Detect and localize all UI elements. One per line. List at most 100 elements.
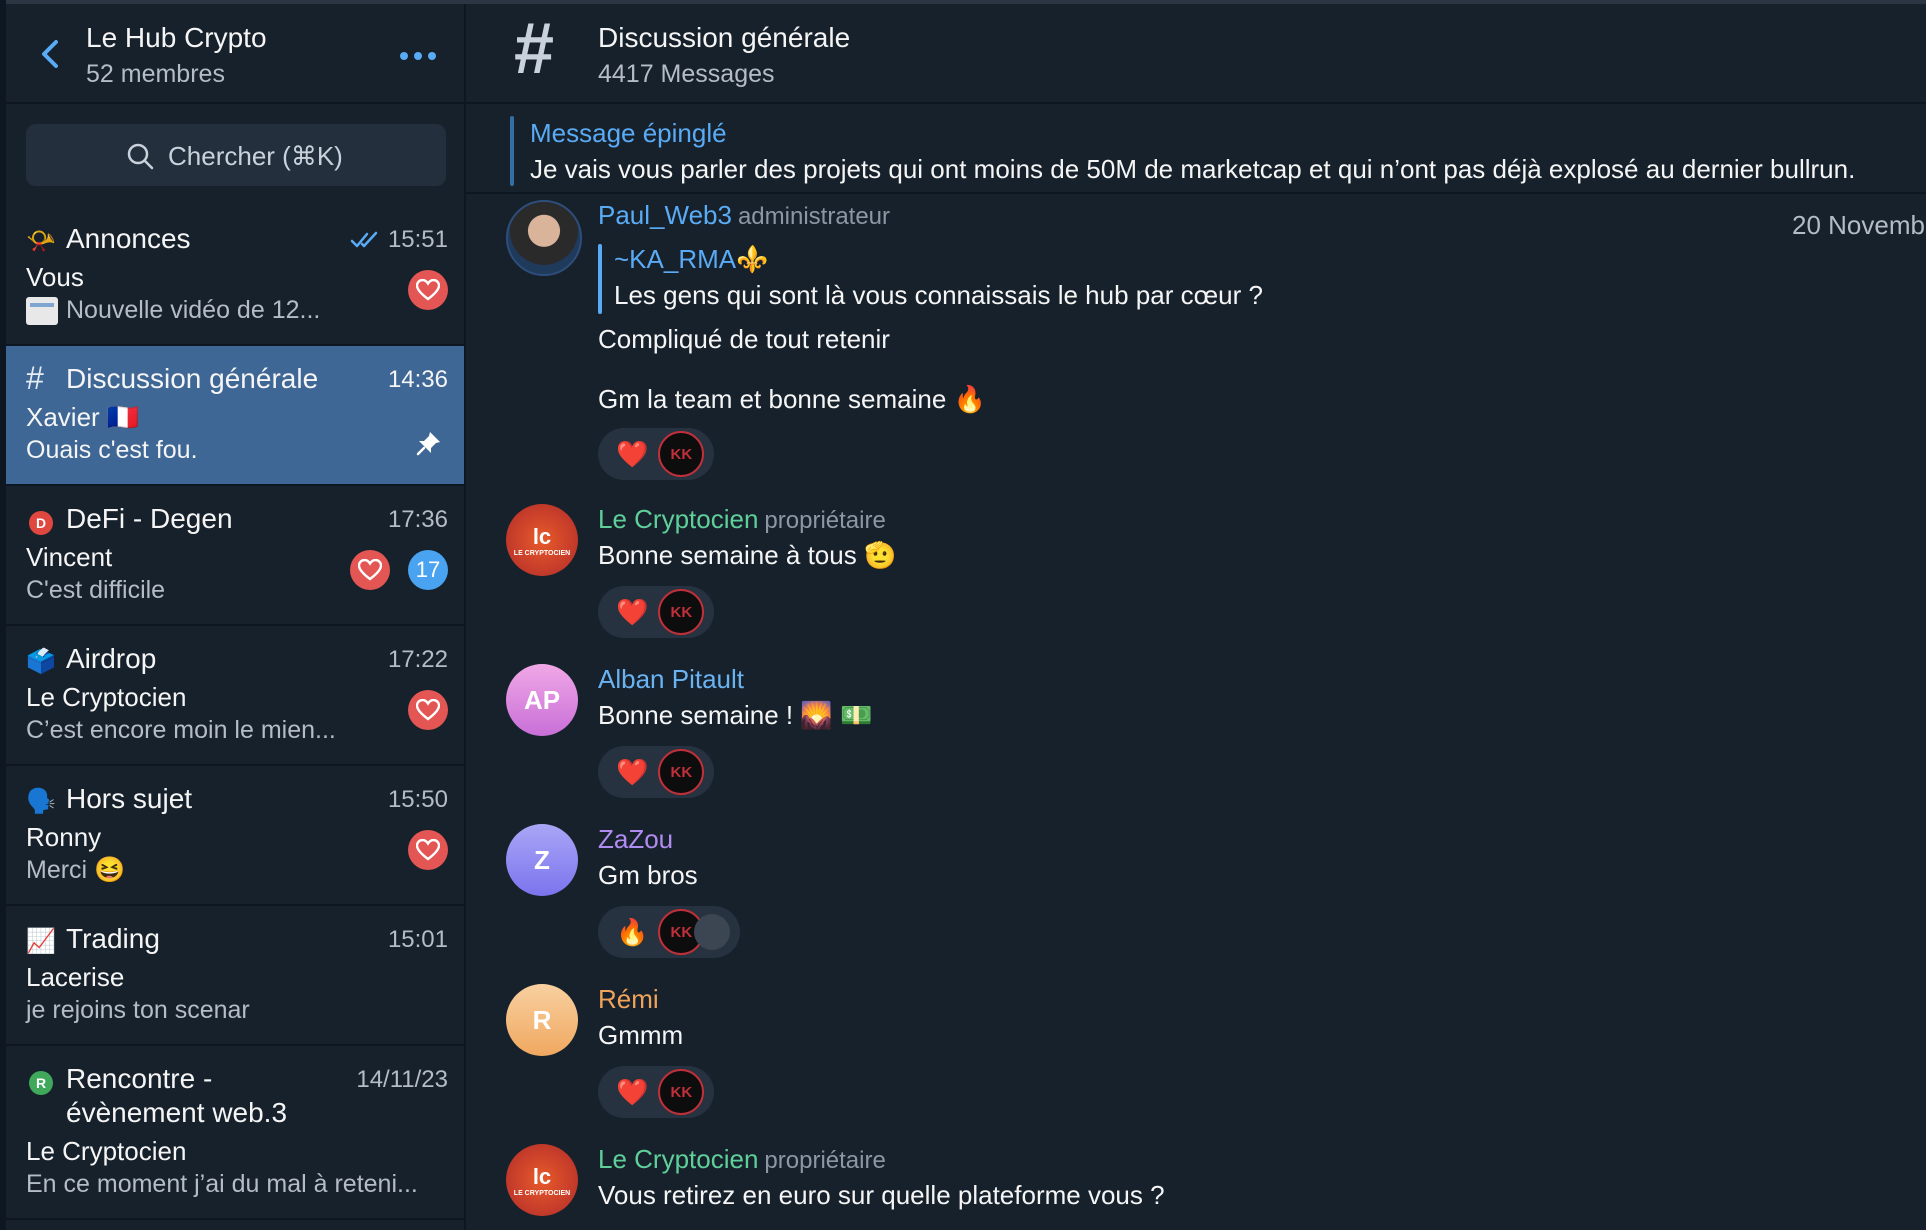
ballot-box-icon: 🗳️ <box>26 648 56 675</box>
sidebar: Le Hub Crypto 52 membres 📯 Annonces 15:5… <box>6 4 466 1230</box>
chat-preview: En ce moment j’ai du mal à reteni... <box>26 1170 418 1198</box>
heart-reaction-icon: ❤️ <box>616 438 649 469</box>
chat-title: DeFi - Degen <box>66 503 233 534</box>
author-role: administrateur <box>737 203 891 230</box>
reply-bar <box>598 244 602 314</box>
heart-reaction-badge <box>408 830 448 870</box>
channel-header[interactable]: # Discussion générale 4417 Messages <box>466 4 1926 104</box>
message-author[interactable]: Le Cryptocien propriétaire <box>598 1144 886 1175</box>
hash-icon: # <box>26 360 44 396</box>
message-author[interactable]: Rémi <box>598 984 659 1015</box>
fire-reaction-icon: 🔥 <box>616 916 649 947</box>
avatar[interactable]: lc LE CRYPTOCIEN <box>506 1144 578 1216</box>
heart-icon <box>358 559 382 581</box>
chat-time: 17:36 <box>387 506 448 533</box>
chat-item-discussion-generale[interactable]: # Discussion générale 14:36 Xavier 🇫🇷 Ou… <box>6 346 464 486</box>
avatar[interactable] <box>506 200 582 276</box>
pinned-message-bar[interactable]: Message épinglé Je vais vous parler des … <box>466 104 1926 194</box>
chat-time: 15:51 <box>387 226 448 253</box>
chat-title: Rencontre - évènement web.3 <box>66 1063 288 1128</box>
chat-preview: je rejoins ton scenar <box>26 996 250 1024</box>
pinned-indicator <box>510 116 514 186</box>
channel-hash-icon: # <box>514 9 555 89</box>
chat-time: 14:36 <box>387 366 448 393</box>
chat-preview: Nouvelle vidéo de 12... <box>26 296 320 326</box>
heart-reaction-icon: ❤️ <box>616 756 649 787</box>
reaction-pill[interactable]: ❤️ KK <box>598 1066 715 1118</box>
message-author[interactable]: Le Cryptocien propriétaire <box>598 504 886 535</box>
chart-increasing-icon: 📈 <box>26 928 56 955</box>
author-role: propriétaire <box>764 507 886 534</box>
chat-preview: Merci 😆 <box>26 856 126 884</box>
chat-title: Trading <box>66 923 160 954</box>
chat-item-defi-degen[interactable]: D DeFi - Degen 17:36 Vincent C'est diffi… <box>6 486 464 626</box>
member-count: 52 membres <box>86 60 225 88</box>
reply-text: Les gens qui sont là vous connaissais le… <box>614 280 1263 310</box>
chat-item-annonces[interactable]: 📯 Annonces 15:51 Vous Nouvelle vidéo de … <box>6 206 464 346</box>
chat-sender: Le Cryptocien <box>26 1136 187 1166</box>
chat-item-airdrop[interactable]: 🗳️ Airdrop 17:22 Le Cryptocien C’est enc… <box>6 626 464 766</box>
chat-preview: C’est encore moin le mien... <box>26 716 336 744</box>
heart-icon <box>416 279 440 301</box>
message-text: Bonne semaine ! 🌄 💵 <box>598 700 873 730</box>
rencontre-icon: R <box>26 1067 56 1095</box>
heart-reaction-badge <box>408 270 448 310</box>
reactor-avatar: KK <box>658 749 705 795</box>
reaction-pill[interactable]: ❤️ KK <box>598 586 715 638</box>
chat-time: 17:22 <box>387 646 448 673</box>
back-arrow-icon[interactable] <box>36 34 66 74</box>
message-author[interactable]: ZaZou <box>598 824 673 855</box>
message-text: Vous retirez en euro sur quelle platefor… <box>598 1180 1165 1210</box>
chat-item-rencontre[interactable]: R Rencontre - évènement web.3 14/11/23 L… <box>6 1046 464 1220</box>
megaphone-icon: 📯 <box>26 228 56 255</box>
message-text: Gmmm <box>598 1020 684 1050</box>
pinned-text: Je vais vous parler des projets qui ont … <box>530 154 1856 184</box>
message-author[interactable]: Alban Pitault <box>598 664 744 695</box>
pinned-label: Message épinglé <box>530 118 727 148</box>
reactor-avatar <box>694 914 731 950</box>
chat-sender: Vincent <box>26 542 113 572</box>
reaction-pill[interactable]: ❤️ KK <box>598 746 715 798</box>
reactor-avatar: KK <box>658 431 705 477</box>
search-icon <box>127 143 154 170</box>
chat-time: 15:50 <box>387 786 448 813</box>
reactor-avatar: KK <box>658 1069 705 1115</box>
chat-title: Hors sujet <box>66 783 193 814</box>
group-title: Le Hub Crypto <box>86 22 267 53</box>
chat-sender: Le Cryptocien <box>26 682 187 712</box>
avatar[interactable]: Z <box>506 824 578 896</box>
heart-reaction-badge <box>350 550 390 590</box>
avatar[interactable]: AP <box>506 664 578 736</box>
chat-sender: Vous <box>26 262 84 292</box>
message-text: Compliqué de tout retenir <box>598 324 890 354</box>
chat-title: Discussion générale <box>66 363 319 394</box>
chat-title: Airdrop <box>66 643 157 674</box>
chat-time: 14/11/23 <box>356 1066 448 1093</box>
avatar[interactable]: lc LE CRYPTOCIEN <box>506 504 578 576</box>
search-box[interactable] <box>26 124 446 186</box>
search-input[interactable] <box>166 136 430 176</box>
chat-sender: Lacerise <box>26 962 125 992</box>
heart-reaction-badge <box>408 690 448 730</box>
chat-title: Annonces <box>66 223 191 254</box>
pin-icon <box>416 432 440 456</box>
reply-author: ~KA_RMA⚜️ <box>614 244 769 274</box>
more-options-icon[interactable] <box>398 50 438 62</box>
message-count: 4417 Messages <box>598 60 775 88</box>
heart-reaction-icon: ❤️ <box>616 596 649 627</box>
video-thumbnail-icon <box>26 297 58 326</box>
author-role: propriétaire <box>764 1147 886 1174</box>
speaking-head-icon: 🗣️ <box>26 788 56 815</box>
reaction-pill[interactable]: 🔥 KK <box>598 906 741 958</box>
sidebar-header: Le Hub Crypto 52 membres <box>6 4 464 104</box>
chat-item-hors-sujet[interactable]: 🗣️ Hors sujet 15:50 Ronny Merci 😆 <box>6 766 464 906</box>
unread-count-badge: 17 <box>408 550 448 590</box>
reaction-pill[interactable]: ❤️ KK <box>598 428 715 480</box>
avatar[interactable]: R <box>506 984 578 1056</box>
chat-item-trading[interactable]: 📈 Trading 15:01 Lacerise je rejoins ton … <box>6 906 464 1046</box>
message-text: Gm la team et bonne semaine 🔥 <box>598 384 986 414</box>
defi-icon: D <box>26 507 56 535</box>
chat-preview: C'est difficile <box>26 576 166 604</box>
chat-list: 📯 Annonces 15:51 Vous Nouvelle vidéo de … <box>6 206 464 1220</box>
message-author[interactable]: Paul_Web3 administrateur <box>598 200 890 231</box>
